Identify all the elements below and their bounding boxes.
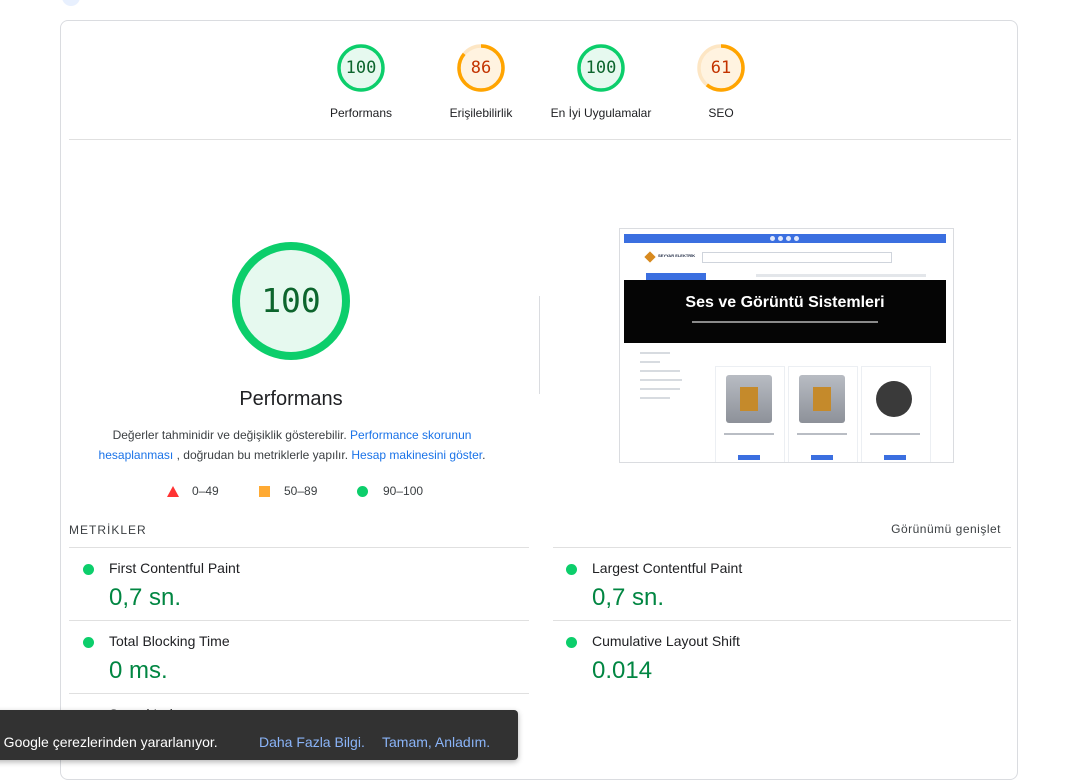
metric-value: 0 ms.	[109, 657, 168, 684]
expand-view-toggle[interactable]: Görünümü genişlet	[891, 522, 1001, 536]
gauge-performance[interactable]: 100 Performans	[301, 43, 421, 120]
pass-circle-icon	[357, 486, 368, 497]
thumb-hero-title: Ses ve Görüntü Sistemleri	[685, 294, 885, 311]
thumb-search	[702, 252, 892, 263]
score-gauges: 100 Performans 86 Erişilebilirlik 100 En…	[61, 21, 1019, 141]
gauge-label: SEO	[708, 106, 734, 120]
thumb-nav-links	[756, 274, 926, 277]
performance-title: Performans	[239, 388, 343, 410]
cookie-toast: n Google çerezlerinden yararlanıyor. Dah…	[0, 710, 518, 760]
metrics-header: METRİKLER	[69, 523, 147, 537]
gauge-score: 61	[710, 58, 732, 78]
thumb-brand: SEYYAR ELEKTRİK	[658, 253, 696, 258]
metric-name: Total Blocking Time	[109, 633, 230, 649]
legend-average: 50–89	[284, 484, 318, 498]
thumb-logo-icon	[644, 251, 656, 263]
performance-score: 100	[261, 281, 321, 320]
gauge-score: 86	[470, 58, 492, 78]
metric-tbt: Total Blocking Time 0 ms.	[69, 621, 509, 693]
metric-name: First Contentful Paint	[109, 560, 240, 576]
gauge-label: Performans	[329, 106, 393, 120]
more-info-link[interactable]: Daha Fazla Bilgi.	[259, 734, 365, 750]
metric-name: Largest Contentful Paint	[592, 560, 743, 576]
report-card: 100 Performans 86 Erişilebilirlik 100 En…	[60, 20, 1018, 780]
gauge-accessibility[interactable]: 86 Erişilebilirlik	[421, 43, 541, 120]
thumb-filter-sidebar	[640, 352, 702, 437]
divider	[69, 139, 1011, 140]
gauge-score: 100	[585, 58, 617, 78]
fail-triangle-icon	[167, 486, 179, 497]
metric-value: 0,7 sn.	[592, 584, 665, 611]
metric-value: 0,7 sn.	[109, 584, 182, 611]
score-legend: 0–49 50–89 90–100	[161, 484, 461, 500]
note-text: .	[482, 448, 486, 462]
calculator-link[interactable]: Hesap makinesini göster	[351, 448, 482, 462]
gauge-label: En İyi Uygulamalar	[550, 106, 652, 120]
pass-circle-icon	[566, 637, 577, 648]
gauge-label: Erişilebilirlik	[449, 106, 513, 120]
gauge-seo[interactable]: 61 SEO	[661, 43, 781, 120]
page-screenshot-thumbnail: SEYYAR ELEKTRİK Ses ve Görüntü Sistemler…	[619, 228, 954, 463]
thumb-header: SEYYAR ELEKTRİK	[624, 243, 946, 281]
thumb-top-bar	[624, 234, 946, 243]
performance-score-gauge: 100	[231, 241, 351, 361]
vertical-divider	[539, 296, 540, 394]
thumb-product-card	[715, 366, 785, 462]
ok-got-it-button[interactable]: Tamam, Anladım.	[382, 734, 490, 750]
metric-value: 0.014	[592, 657, 653, 684]
pass-circle-icon	[83, 564, 94, 575]
metric-cls: Cumulative Layout Shift 0.014	[552, 621, 992, 693]
note-text: , doğrudan bu metriklerle yapılır.	[176, 448, 349, 462]
legend-pass: 90–100	[383, 484, 424, 498]
gauge-score: 100	[345, 58, 377, 78]
pass-circle-icon	[566, 564, 577, 575]
thumb-product-card	[861, 366, 931, 462]
score-note: Değerler tahminidir ve değişiklik göster…	[91, 425, 493, 465]
metric-fcp: First Contentful Paint 0,7 sn.	[69, 548, 509, 620]
gauge-best-practices[interactable]: 100 En İyi Uygulamalar	[541, 43, 661, 120]
metric-name: Cumulative Layout Shift	[592, 633, 740, 649]
thumb-hero-subnav	[692, 321, 878, 323]
thumb-product-card	[788, 366, 858, 462]
top-partial-icon	[62, 0, 80, 6]
thumb-hero: Ses ve Görüntü Sistemleri	[624, 280, 946, 343]
cookie-message: n Google çerezlerinden yararlanıyor.	[0, 734, 218, 750]
metric-lcp: Largest Contentful Paint 0,7 sn.	[552, 548, 992, 620]
pass-circle-icon	[83, 637, 94, 648]
legend-fail: 0–49	[192, 484, 219, 498]
note-text: Değerler tahminidir ve değişiklik göster…	[112, 428, 347, 442]
average-square-icon	[259, 486, 270, 497]
